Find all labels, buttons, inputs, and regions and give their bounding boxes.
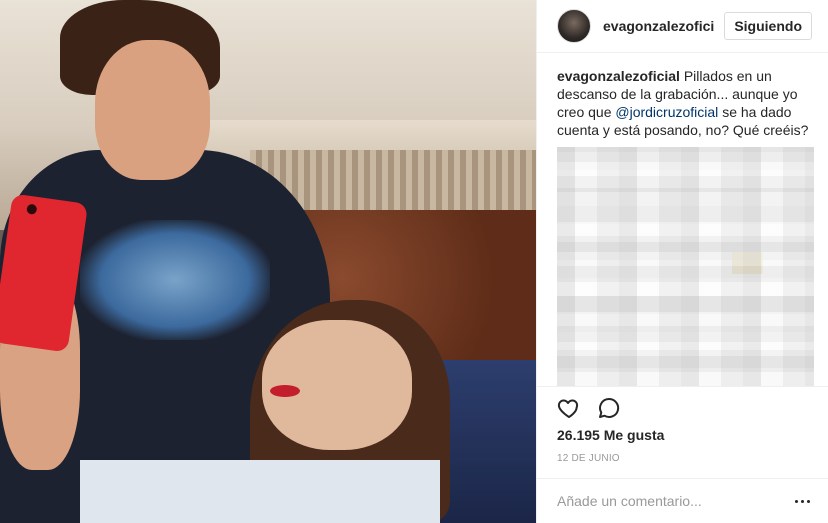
comment-input[interactable] (557, 493, 792, 509)
following-button[interactable]: Siguiendo (724, 12, 812, 41)
pixelated-comments-area (557, 147, 814, 386)
likes-count[interactable]: 26.195 Me gusta (557, 427, 812, 443)
photo-man-face (95, 40, 210, 180)
action-icons (557, 395, 812, 421)
instagram-post: evagonzalezofici Siguiendo evagonzalezof… (0, 0, 828, 523)
avatar[interactable] (557, 9, 591, 44)
caption-username[interactable]: evagonzalezoficial (557, 68, 680, 84)
post-actions: 26.195 Me gusta 12 DE JUNIO (537, 386, 828, 464)
heart-icon[interactable] (557, 396, 581, 420)
comment-bar (537, 478, 828, 523)
pixelation-overlay (557, 147, 814, 386)
ellipsis-icon[interactable] (792, 491, 812, 511)
post-sidebar: evagonzalezofici Siguiendo evagonzalezof… (536, 0, 828, 523)
caption-mention-link[interactable]: @jordicruzoficial (615, 104, 718, 120)
post-photo[interactable] (0, 0, 536, 523)
post-header: evagonzalezofici Siguiendo (537, 0, 828, 54)
post-caption: evagonzalezoficial Pillados en un descan… (537, 53, 828, 139)
author-username[interactable]: evagonzalezofici (603, 18, 717, 34)
post-date: 12 DE JUNIO (557, 453, 620, 464)
phone-camera (26, 203, 38, 215)
photo-woman-lips (270, 385, 300, 397)
photo-shirt-print (80, 220, 270, 340)
speech-bubble-icon[interactable] (597, 396, 621, 420)
photo-woman-dress (80, 460, 440, 523)
